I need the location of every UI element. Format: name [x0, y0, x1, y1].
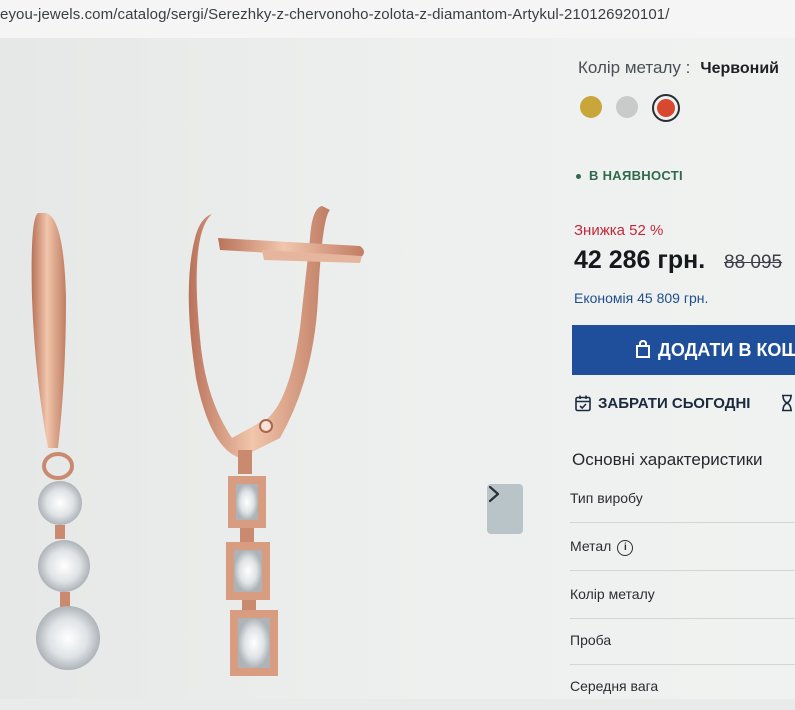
gallery-next-button[interactable] [487, 484, 523, 534]
info-icon[interactable]: i [617, 540, 634, 556]
shopping-bag-icon [636, 339, 650, 358]
spec-label: Тип виробу [570, 490, 643, 506]
spec-row-fineness: Проба [570, 618, 795, 665]
add-to-cart-button[interactable]: ДОДАТИ В КОШ [572, 325, 795, 375]
metal-color-row: Колір металу : Червоний [578, 58, 779, 78]
specs-title: Основні характеристики [572, 450, 763, 469]
pickup-today-link[interactable]: ЗАБРАТИ СЬОГОДНІ [574, 394, 750, 412]
calendar-check-icon [575, 395, 591, 412]
current-price: 42 286 грн. [574, 246, 706, 274]
spec-label-metal: Метал i [570, 538, 634, 556]
spec-row-metal: Метал i [570, 524, 795, 571]
swatch-gold[interactable] [580, 96, 602, 118]
swatch-red-selected[interactable] [652, 94, 680, 122]
swatch-red-fill [657, 99, 675, 117]
old-price: 88 095 [724, 252, 783, 273]
spec-label: Середня вага [570, 678, 659, 694]
spec-label: Колір металу [570, 586, 655, 602]
product-gallery [0, 38, 560, 699]
metal-color-swatches [580, 94, 680, 122]
swatch-silver[interactable] [616, 96, 638, 118]
spec-row-avg-weight: Середня вага [570, 664, 795, 710]
discount-label: Знижка 52 % [574, 222, 664, 239]
pickup-today-label: ЗАБРАТИ СЬОГОДНІ [598, 394, 751, 412]
browser-address-bar[interactable]: eyou-jewels.com/catalog/sergi/Serezhky-z… [0, 0, 795, 39]
url-text: eyou-jewels.com/catalog/sergi/Serezhky-z… [0, 6, 670, 23]
spec-label: Метал [570, 538, 612, 554]
metal-color-label: Колір металу : [578, 58, 691, 77]
add-to-cart-label: ДОДАТИ В КОШ [658, 339, 795, 360]
stock-status-text: В НАЯВНОСТІ [589, 168, 683, 183]
chevron-right-icon [488, 485, 500, 503]
spec-row-metal-color: Колір металу [570, 572, 795, 619]
metal-color-value: Червоний [700, 60, 780, 77]
spec-label: Проба [570, 632, 612, 648]
stock-status: В НАЯВНОСТІ [576, 168, 683, 183]
spec-row-type: Тип виробу [570, 476, 795, 523]
stock-dot-icon [576, 174, 581, 180]
earring-photo [31, 206, 364, 676]
hourglass-icon[interactable] [780, 394, 794, 412]
saving-label: Економія 45 809 грн. [574, 290, 709, 306]
product-info-panel: Колір металу : Червоний В НАЯВНОСТІ Знижк… [562, 38, 795, 699]
